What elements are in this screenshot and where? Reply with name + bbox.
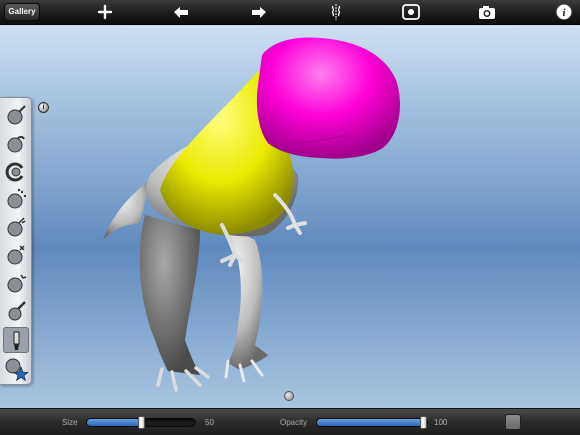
opacity-slider-fill: [317, 419, 427, 426]
layer-tool-icon[interactable]: [3, 298, 29, 324]
size-value: 50: [205, 418, 214, 427]
dinosaur-model[interactable]: [0, 25, 580, 408]
opacity-slider[interactable]: [316, 416, 428, 429]
paint-tool-icon[interactable]: [3, 327, 29, 353]
sculpt-viewport[interactable]: i: [0, 25, 580, 408]
info-icon[interactable]: i: [554, 3, 574, 21]
inflate-tool-icon[interactable]: [3, 242, 29, 268]
size-slider-fill: [87, 419, 141, 426]
crease-tool-icon[interactable]: [3, 270, 29, 296]
size-slider-thumb[interactable]: [138, 416, 145, 429]
draw-tool-icon[interactable]: [3, 102, 29, 128]
grab-tool-icon[interactable]: [3, 158, 29, 184]
head-painted-pink: [256, 37, 400, 159]
leg-near: [139, 215, 200, 375]
opacity-slider-thumb[interactable]: [419, 416, 427, 429]
tool-palette: [0, 97, 32, 385]
gallery-button[interactable]: Gallery: [4, 3, 40, 21]
flatten-tool-icon[interactable]: [3, 130, 29, 156]
camera-icon[interactable]: [477, 3, 497, 21]
top-toolbar: Gallery i: [0, 0, 580, 25]
redo-icon[interactable]: [249, 3, 269, 21]
size-slider[interactable]: [86, 416, 196, 429]
symmetry-icon[interactable]: [326, 3, 346, 21]
pinch-tool-icon[interactable]: [3, 214, 29, 240]
stamp-tool-icon[interactable]: [3, 355, 29, 381]
info-marker-icon[interactable]: i: [38, 102, 49, 113]
size-label: Size: [62, 418, 78, 427]
pivot-marker-icon[interactable]: [284, 391, 294, 401]
opacity-label: Opacity: [280, 418, 308, 427]
view-reset-icon[interactable]: [401, 3, 421, 21]
leg-far: [215, 220, 268, 370]
bottom-toolbar: Size 50 Opacity 100: [0, 408, 580, 435]
color-swatch[interactable]: [505, 414, 521, 430]
undo-icon[interactable]: [171, 3, 191, 21]
add-icon[interactable]: [95, 3, 115, 21]
opacity-value: 100: [434, 418, 448, 427]
smooth-tool-icon[interactable]: [3, 186, 29, 212]
